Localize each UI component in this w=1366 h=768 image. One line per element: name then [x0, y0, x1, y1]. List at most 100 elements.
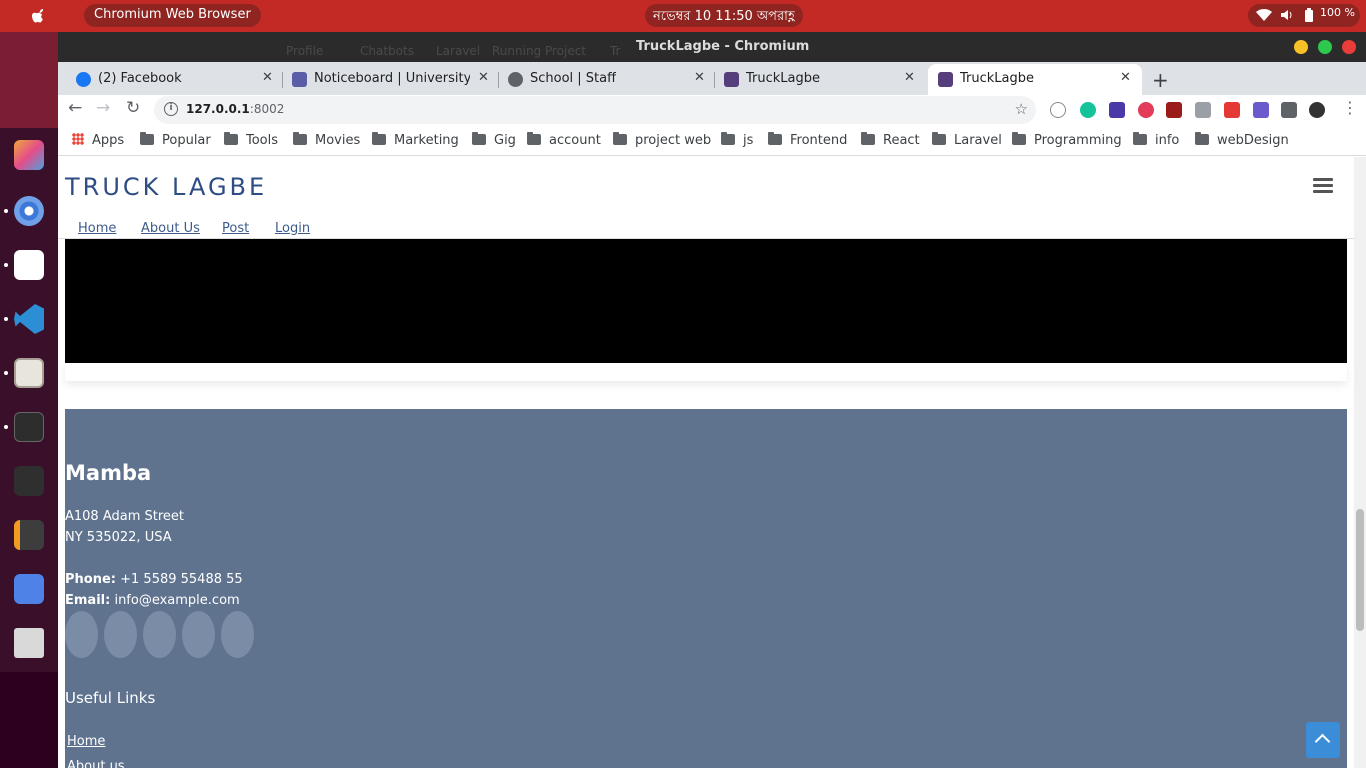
minimize-button[interactable]: [1294, 40, 1308, 54]
bookmark-folder[interactable]: Gig: [472, 132, 516, 148]
tab-trucklagbe-active[interactable]: TruckLagbe ✕: [928, 64, 1142, 95]
running-indicator: [4, 425, 8, 429]
hamburger-menu-icon[interactable]: [1313, 178, 1333, 194]
site-header: TRUCK LAGBE Home About Us Post Login: [58, 157, 1354, 239]
tab-strip: (2) Facebook ✕ Noticeboard | University …: [58, 62, 1366, 95]
close-icon[interactable]: ✕: [478, 70, 489, 85]
files-icon[interactable]: [14, 358, 44, 388]
bookmark-apps[interactable]: Apps: [72, 133, 124, 148]
sublime-icon[interactable]: [14, 520, 44, 550]
bookmark-folder[interactable]: Movies: [293, 132, 360, 148]
scrollbar-thumb[interactable]: [1356, 509, 1364, 631]
ghost-tab: Running Project: [492, 44, 587, 58]
back-icon[interactable]: ←: [68, 98, 82, 118]
text-editor-icon[interactable]: [14, 250, 44, 280]
url-text[interactable]: 127.0.0.1:8002: [186, 102, 284, 116]
screenshot-icon[interactable]: [14, 574, 44, 604]
tab-noticeboard[interactable]: Noticeboard | University o ✕: [282, 64, 496, 95]
grammarly-extension-icon[interactable]: [1080, 102, 1096, 118]
ublock-extension-icon[interactable]: [1166, 102, 1182, 118]
linkedin-icon[interactable]: [221, 611, 254, 658]
window-titlebar[interactable]: Profile Chatbots Laravel Running Project…: [58, 32, 1366, 62]
bookmark-folder[interactable]: Tools: [224, 132, 278, 148]
university-icon: [292, 72, 307, 87]
folder-icon: [1133, 132, 1147, 145]
back-to-top-button[interactable]: [1306, 722, 1340, 758]
bookmark-folder[interactable]: account: [527, 132, 601, 148]
menu-kebab-icon[interactable]: ⋮: [1342, 98, 1358, 117]
ghost-tab: Chatbots: [360, 44, 414, 58]
maximize-button[interactable]: [1318, 40, 1332, 54]
address-bar[interactable]: i 127.0.0.1:8002 ☆: [154, 96, 1036, 124]
tab-school-staff[interactable]: School | Staff ✕: [498, 64, 712, 95]
active-app-title[interactable]: Chromium Web Browser: [84, 4, 261, 27]
globe-extension-icon[interactable]: [1138, 102, 1154, 118]
folder-icon: [1195, 132, 1209, 145]
app-grid-icon[interactable]: [14, 140, 44, 170]
globe-icon: [508, 72, 523, 87]
bookmark-folder[interactable]: Popular: [140, 132, 211, 148]
running-indicator: [4, 263, 8, 267]
folder-icon: [293, 132, 307, 145]
site-info-icon[interactable]: i: [164, 102, 178, 116]
twitter-icon[interactable]: [65, 611, 98, 658]
bookmark-folder[interactable]: React: [861, 132, 920, 148]
google-plus-icon[interactable]: [182, 611, 215, 658]
volume-icon: [1281, 10, 1292, 20]
facebook-icon: [76, 72, 91, 87]
desktop-background: [0, 32, 58, 128]
clock[interactable]: নভেম্বর 10 11:50 অপরাহ্ণ: [645, 4, 803, 27]
tab-trucklagbe[interactable]: TruckLagbe ✕: [714, 64, 928, 95]
facebook-icon[interactable]: [104, 611, 137, 658]
graduation-cap-extension-icon[interactable]: [1109, 102, 1125, 118]
nav-about-us[interactable]: About Us: [141, 221, 200, 236]
eyedropper-extension-icon[interactable]: [1253, 102, 1269, 118]
nav-post[interactable]: Post: [222, 221, 249, 236]
chromium-icon[interactable]: [14, 196, 44, 226]
page-scrollbar[interactable]: [1354, 157, 1366, 768]
close-icon[interactable]: ✕: [262, 70, 273, 85]
bookmark-folder[interactable]: project web: [613, 132, 711, 148]
close-icon[interactable]: ✕: [904, 70, 915, 85]
tab-label: TruckLagbe: [960, 71, 1035, 86]
pen-extension-icon[interactable]: [1224, 102, 1240, 118]
close-icon[interactable]: ✕: [1120, 70, 1131, 85]
folder-icon: [861, 132, 875, 145]
folder-icon: [721, 132, 735, 145]
page-viewport[interactable]: TRUCK LAGBE Home About Us Post Login Mam…: [58, 157, 1366, 768]
hero-video[interactable]: [65, 239, 1347, 363]
tab-facebook[interactable]: (2) Facebook ✕: [66, 64, 280, 95]
trash-icon[interactable]: [14, 628, 44, 658]
new-tab-button[interactable]: +: [1152, 68, 1169, 92]
nav-login[interactable]: Login: [275, 221, 310, 236]
extensions-puzzle-icon[interactable]: [1281, 102, 1297, 118]
site-logo[interactable]: TRUCK LAGBE: [65, 173, 267, 201]
bookmark-folder[interactable]: Laravel: [932, 132, 1002, 148]
footer-phone: Phone: +1 5589 55488 55: [65, 572, 243, 587]
bookmark-folder[interactable]: js: [721, 132, 753, 148]
footer-link-about-us[interactable]: About us: [67, 759, 125, 768]
bookmark-folder[interactable]: Marketing: [372, 132, 459, 148]
translate-extension-icon[interactable]: [1050, 102, 1066, 118]
terminal-icon[interactable]: [14, 412, 44, 442]
bookmark-star-icon[interactable]: ☆: [1015, 100, 1028, 118]
instagram-icon[interactable]: [143, 611, 176, 658]
close-icon[interactable]: ✕: [694, 70, 705, 85]
bookmark-folder[interactable]: webDesign: [1195, 132, 1289, 148]
bookmark-folder[interactable]: info: [1133, 132, 1179, 148]
profile-avatar[interactable]: [1309, 102, 1325, 118]
system-tray[interactable]: 100 %: [1248, 4, 1360, 27]
folder-icon: [932, 132, 946, 145]
close-window-button[interactable]: [1342, 40, 1356, 54]
activities-apple-icon[interactable]: [28, 5, 50, 27]
nav-home[interactable]: Home: [78, 221, 116, 236]
bookmark-folder[interactable]: Frontend: [768, 132, 847, 148]
system-monitor-icon[interactable]: [14, 466, 44, 496]
footer-link-home[interactable]: Home: [67, 734, 105, 749]
forward-icon[interactable]: →: [96, 98, 110, 118]
camera-extension-icon[interactable]: [1195, 102, 1211, 118]
bookmark-folder[interactable]: Programming: [1012, 132, 1122, 148]
vscode-icon[interactable]: [14, 304, 44, 334]
reload-icon[interactable]: ↻: [126, 98, 140, 118]
footer-address-line: A108 Adam Street: [65, 509, 185, 524]
